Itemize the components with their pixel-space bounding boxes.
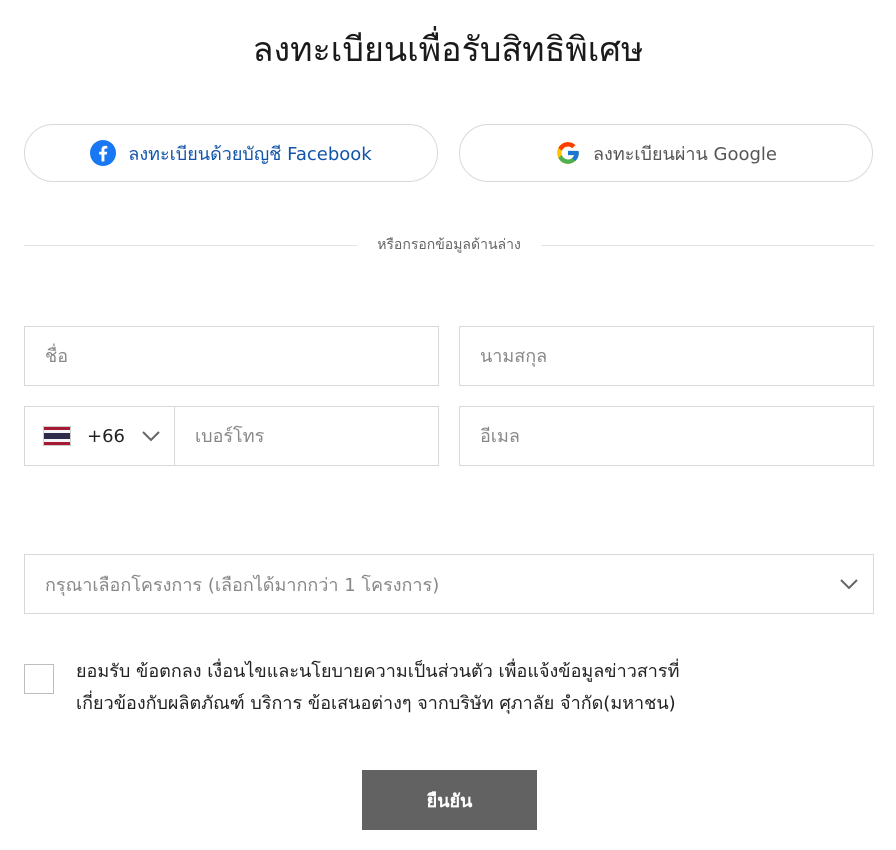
consent-text: ยอมรับ ข้อตกลง เงื่อนไขและนโยบายความเป็น… bbox=[76, 656, 856, 720]
submit-button[interactable]: ยืนยัน bbox=[362, 770, 537, 830]
country-code-value: +66 bbox=[87, 425, 125, 447]
first-name-field-wrapper bbox=[24, 326, 439, 386]
consent-line-1: ยอมรับ ข้อตกลง เงื่อนไขและนโยบายความเป็น… bbox=[76, 661, 680, 682]
chevron-down-icon bbox=[141, 430, 161, 442]
divider-line-left bbox=[24, 244, 358, 246]
google-register-button[interactable]: ลงทะเบียนผ่าน Google bbox=[459, 124, 873, 182]
last-name-input[interactable] bbox=[460, 327, 873, 385]
phone-field-wrapper bbox=[174, 406, 439, 466]
last-name-field-wrapper bbox=[459, 326, 874, 386]
consent-line-2: เกี่ยวข้องกับผลิตภัณฑ์ บริการ ข้อเสนอต่า… bbox=[76, 693, 676, 714]
country-code-select[interactable]: +66 bbox=[24, 406, 175, 466]
divider-text: หรือกรอกข้อมูลด้านล่าง bbox=[377, 237, 521, 253]
divider-line-right bbox=[540, 244, 874, 246]
thailand-flag-icon bbox=[43, 426, 71, 446]
facebook-icon bbox=[90, 140, 117, 166]
project-select-placeholder: กรุณาเลือกโครงการ (เลือกได้มากกว่า 1 โคร… bbox=[45, 574, 440, 596]
facebook-register-button[interactable]: ลงทะเบียนด้วยบัญชี Facebook bbox=[24, 124, 438, 182]
chevron-down-icon bbox=[839, 578, 859, 590]
page-title: ลงทะเบียนเพื่อรับสิทธิพิเศษ bbox=[252, 30, 644, 70]
phone-input[interactable] bbox=[175, 407, 438, 465]
registration-page: ลงทะเบียนเพื่อรับสิทธิพิเศษ ลงทะเบียนด้ว… bbox=[0, 0, 896, 850]
facebook-register-label: ลงทะเบียนด้วยบัญชี Facebook bbox=[128, 143, 372, 165]
consent-checkbox[interactable] bbox=[24, 664, 54, 694]
email-field-wrapper bbox=[459, 406, 874, 466]
project-select[interactable]: กรุณาเลือกโครงการ (เลือกได้มากกว่า 1 โคร… bbox=[24, 554, 874, 614]
first-name-input[interactable] bbox=[25, 327, 438, 385]
google-icon bbox=[555, 140, 581, 166]
google-register-label: ลงทะเบียนผ่าน Google bbox=[593, 143, 777, 165]
or-divider: หรือกรอกข้อมูลด้านล่าง bbox=[24, 232, 874, 258]
email-input[interactable] bbox=[460, 407, 873, 465]
